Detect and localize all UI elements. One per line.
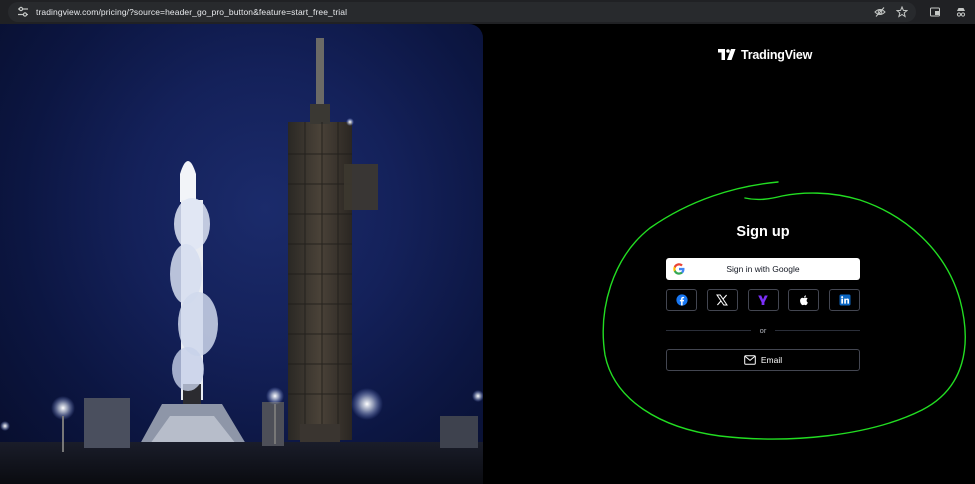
google-icon: [673, 263, 685, 275]
email-signin-label: Email: [760, 355, 783, 365]
email-signin-button[interactable]: Email: [666, 349, 860, 371]
signup-title: Sign up: [736, 224, 790, 240]
mail-icon: [744, 355, 756, 365]
browser-toolbar: tradingview.com/pricing/?source=header_g…: [0, 0, 975, 24]
linkedin-signin-button[interactable]: [829, 289, 860, 311]
google-signin-label: Sign in with Google: [726, 264, 800, 274]
apple-icon: [799, 295, 808, 306]
extension-icon[interactable]: [929, 6, 941, 18]
facebook-signin-button[interactable]: [666, 289, 697, 311]
address-bar[interactable]: tradingview.com/pricing/?source=header_g…: [8, 2, 916, 22]
brand-name: TradingView: [741, 48, 813, 62]
tune-icon[interactable]: [17, 6, 29, 18]
incognito-icon[interactable]: [955, 6, 967, 18]
x-icon: [716, 294, 729, 306]
hero-image-rocket-launch: [0, 24, 483, 484]
x-signin-button[interactable]: [706, 289, 738, 311]
facebook-icon: [675, 294, 688, 306]
yahoo-icon: [758, 295, 768, 305]
divider-text: or: [759, 325, 767, 335]
social-signin-row: [666, 289, 860, 311]
url-text[interactable]: tradingview.com/pricing/?source=header_g…: [36, 7, 347, 17]
tradingview-logo-icon: [718, 49, 736, 60]
brand-logo[interactable]: TradingView: [718, 48, 812, 62]
divider-line-left: [666, 329, 751, 331]
eye-off-icon[interactable]: [874, 6, 886, 18]
or-divider: or: [666, 324, 861, 336]
star-icon[interactable]: [896, 6, 908, 18]
apple-signin-button[interactable]: [788, 289, 820, 311]
divider-line-right: [775, 329, 861, 331]
yahoo-signin-button[interactable]: [747, 289, 779, 311]
google-signin-button[interactable]: Sign in with Google: [666, 258, 860, 280]
linkedin-icon: [839, 294, 850, 306]
